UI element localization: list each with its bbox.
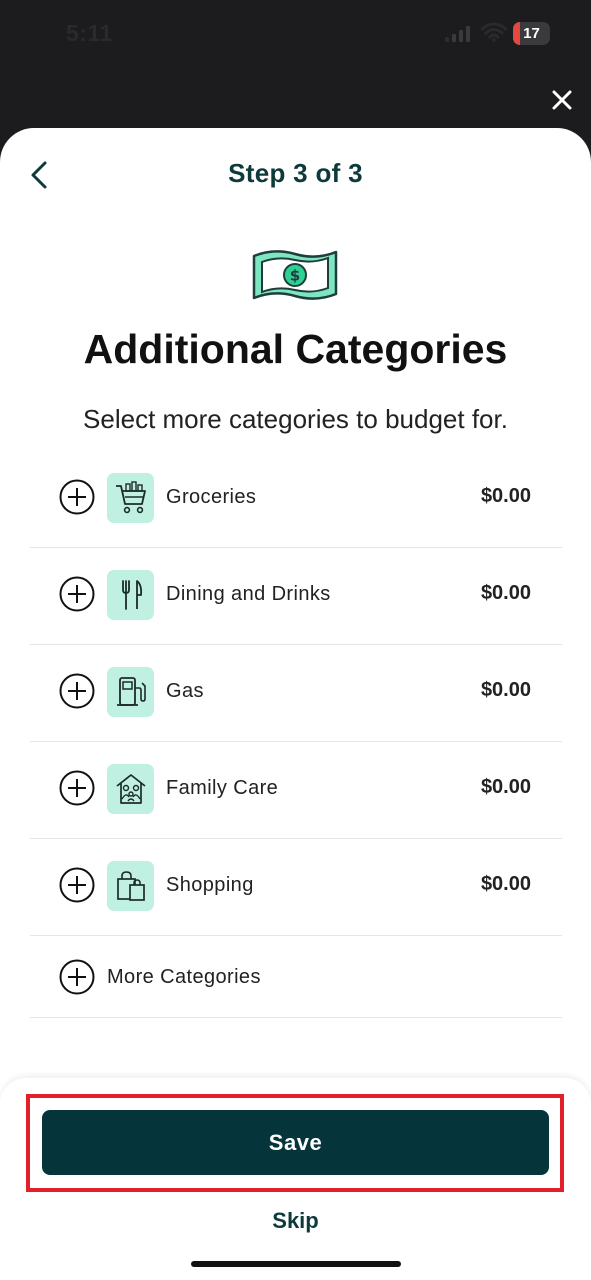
page-title: Additional Categories (83, 326, 508, 372)
category-amount: $0.00 (480, 582, 531, 604)
category-amount: $0.00 (480, 485, 531, 507)
more-categories-row[interactable]: More Categories (30, 937, 562, 1018)
category-row-gas[interactable]: Gas $0.00 (30, 645, 562, 742)
category-amount: $0.00 (480, 679, 531, 701)
more-categories-label: More Categories (107, 966, 261, 988)
category-label: Family Care (166, 777, 279, 799)
category-label: Dining and Drinks (166, 583, 331, 605)
plus-circle-icon[interactable] (59, 770, 95, 806)
category-label: Gas (166, 680, 204, 702)
footer-actions: Save Skip (0, 1078, 591, 1280)
status-time: 5:11 (66, 20, 113, 46)
category-icon-box (107, 570, 154, 620)
skip-button[interactable]: Skip (0, 1208, 591, 1234)
category-amount: $0.00 (480, 873, 531, 895)
modal-sheet: Step 3 of 3 $ Additional Categories Sele… (0, 128, 591, 1280)
plus-circle-icon[interactable] (59, 959, 95, 995)
cellular-signal-icon (445, 26, 470, 42)
category-label: Groceries (166, 486, 257, 508)
battery-indicator: 17 (513, 22, 550, 45)
close-icon[interactable] (546, 84, 578, 116)
plus-circle-icon[interactable] (59, 673, 95, 709)
plus-circle-icon[interactable] (59, 867, 95, 903)
fork-knife-icon (121, 580, 142, 610)
battery-level: 17 (523, 25, 540, 42)
shopping-cart-icon (115, 481, 146, 514)
category-icon-box (107, 764, 154, 814)
save-button[interactable]: Save (42, 1110, 549, 1175)
plus-circle-icon[interactable] (59, 479, 95, 515)
money-bill-icon: $ (252, 250, 338, 300)
page-subtitle: Select more categories to budget for. (83, 404, 508, 434)
category-icon-box (107, 861, 154, 911)
category-row-groceries[interactable]: Groceries $0.00 (30, 451, 562, 548)
gas-pump-icon (116, 677, 146, 706)
plus-circle-icon[interactable] (59, 576, 95, 612)
category-icon-box (107, 667, 154, 717)
svg-text:$: $ (290, 267, 300, 285)
category-amount: $0.00 (480, 776, 531, 798)
wifi-icon (481, 22, 507, 42)
status-bar: 5:11 17 (0, 0, 591, 70)
step-title: Step 3 of 3 (228, 158, 363, 188)
category-label: Shopping (166, 874, 254, 896)
category-row-family-care[interactable]: Family Care $0.00 (30, 742, 562, 839)
category-row-shopping[interactable]: Shopping $0.00 (30, 839, 562, 936)
category-icon-box (107, 473, 154, 523)
family-home-icon (115, 774, 146, 804)
shopping-bags-icon (116, 871, 145, 901)
home-indicator (191, 1261, 401, 1267)
category-row-dining[interactable]: Dining and Drinks $0.00 (30, 548, 562, 645)
